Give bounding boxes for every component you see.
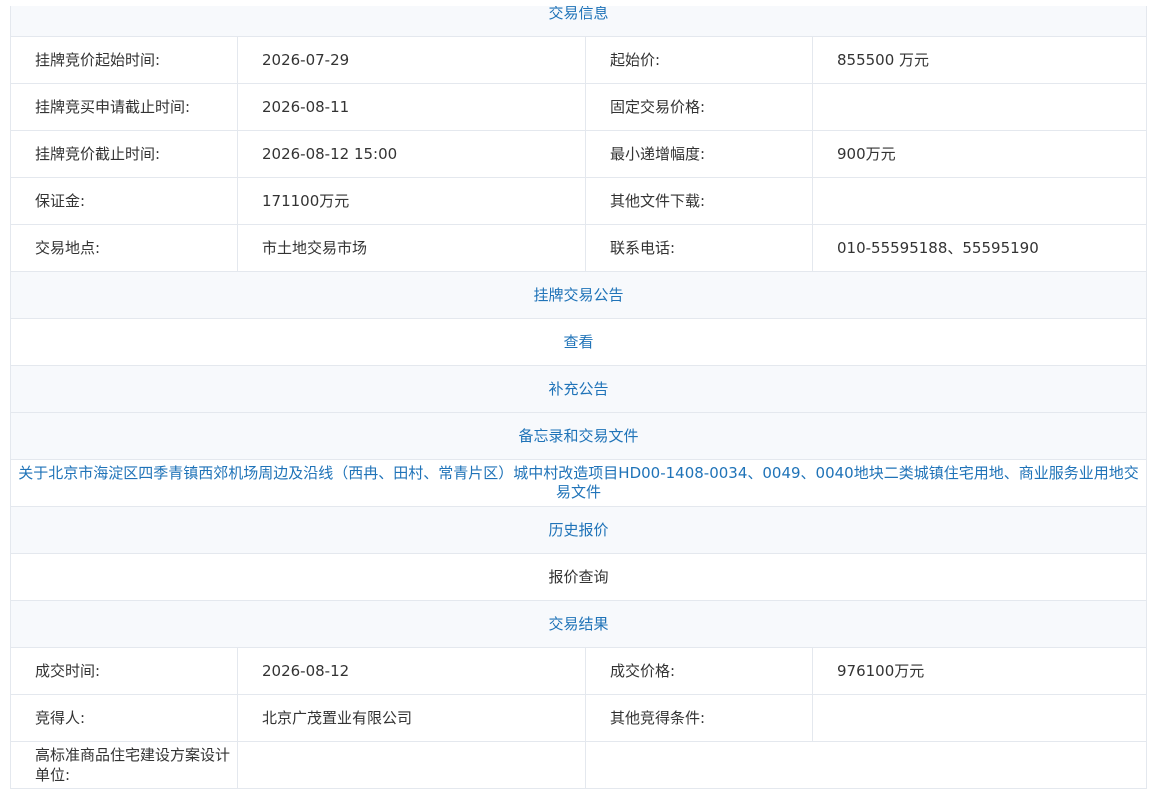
empty-cell (584, 741, 1148, 789)
section-listing-announcement: 挂牌交易公告 (9, 271, 1148, 319)
label-deposit: 保证金: (10, 177, 238, 225)
value-other-conditions (811, 694, 1148, 742)
section-memo-docs: 备忘录和交易文件 (9, 412, 1148, 460)
table-row: 保证金: 171100万元 其他文件下载: (10, 177, 1148, 225)
table-row: 关于北京市海淀区四季青镇西郊机场周边及沿线（西冉、田村、常青片区）城中村改造项目… (9, 459, 1148, 507)
value-bid-deadline: 2026-08-12 15:00 (237, 130, 586, 178)
label-bid-deadline: 挂牌竞价截止时间: (10, 130, 238, 178)
section-title-trade-result: 交易结果 (9, 600, 1148, 648)
value-min-increment: 900万元 (811, 130, 1148, 178)
label-other-conditions: 其他竞得条件: (585, 694, 813, 742)
section-title-supplementary-announcement: 补充公告 (9, 365, 1148, 413)
memo-doc-cell: 关于北京市海淀区四季青镇西郊机场周边及沿线（西冉、田村、常青片区）城中村改造项目… (9, 459, 1148, 507)
table-row: 竞得人: 北京广茂置业有限公司 其他竞得条件: (10, 694, 1148, 742)
value-deal-price: 976100万元 (811, 647, 1148, 695)
value-deal-time: 2026-08-12 (237, 647, 586, 695)
label-start-price: 起始价: (585, 36, 813, 84)
table-row: 成交时间: 2026-08-12 成交价格: 976100万元 (10, 647, 1148, 695)
value-start-price: 855500 万元 (811, 36, 1148, 84)
label-min-increment: 最小递增幅度: (585, 130, 813, 178)
price-query-cell: 报价查询 (9, 553, 1148, 601)
value-winner: 北京广茂置业有限公司 (237, 694, 586, 742)
value-design-unit (237, 741, 586, 789)
label-winner: 竞得人: (10, 694, 238, 742)
label-deal-time: 成交时间: (10, 647, 238, 695)
label-apply-deadline: 挂牌竞买申请截止时间: (10, 83, 238, 131)
value-other-downloads[interactable] (811, 177, 1148, 225)
trade-detail-table: 交易信息 挂牌竞价起始时间: 2026-07-29 起始价: 855500 万元… (9, 6, 1148, 789)
table-row: 查看 (9, 318, 1148, 366)
memo-doc-link[interactable]: 关于北京市海淀区四季青镇西郊机场周边及沿线（西冉、田村、常青片区）城中村改造项目… (18, 464, 1138, 501)
section-title-trade-info: 交易信息 (9, 6, 1148, 37)
section-price-history: 历史报价 (9, 506, 1148, 554)
label-fixed-price: 固定交易价格: (585, 83, 813, 131)
view-announcement-link[interactable]: 查看 (564, 333, 594, 351)
value-contact-phone: 010-55595188、55595190 (811, 224, 1148, 272)
table-row: 报价查询 (9, 553, 1148, 601)
trade-detail-panel: 交易信息 挂牌竞价起始时间: 2026-07-29 起始价: 855500 万元… (9, 6, 1148, 789)
value-apply-deadline: 2026-08-11 (237, 83, 586, 131)
section-trade-info: 交易信息 (9, 6, 1148, 37)
value-fixed-price (811, 83, 1148, 131)
value-bid-start-time: 2026-07-29 (237, 36, 586, 84)
label-trade-location: 交易地点: (10, 224, 238, 272)
price-query-link[interactable]: 报价查询 (549, 568, 609, 586)
label-other-downloads: 其他文件下载: (585, 177, 813, 225)
label-deal-price: 成交价格: (585, 647, 813, 695)
table-row: 高标准商品住宅建设方案设计单位: (10, 741, 1148, 789)
label-bid-start-time: 挂牌竞价起始时间: (10, 36, 238, 84)
table-row: 挂牌竞买申请截止时间: 2026-08-11 固定交易价格: (10, 83, 1148, 131)
section-trade-result: 交易结果 (9, 600, 1148, 648)
label-design-unit: 高标准商品住宅建设方案设计单位: (10, 741, 238, 789)
view-announcement-cell: 查看 (9, 318, 1148, 366)
section-supplementary-announcement: 补充公告 (9, 365, 1148, 413)
label-contact-phone: 联系电话: (585, 224, 813, 272)
section-title-price-history: 历史报价 (9, 506, 1148, 554)
table-row: 挂牌竞价起始时间: 2026-07-29 起始价: 855500 万元 (10, 36, 1148, 84)
value-deposit: 171100万元 (237, 177, 586, 225)
section-title-listing-announcement: 挂牌交易公告 (9, 271, 1148, 319)
value-trade-location: 市土地交易市场 (237, 224, 586, 272)
table-row: 交易地点: 市土地交易市场 联系电话: 010-55595188、5559519… (10, 224, 1148, 272)
section-title-memo-docs: 备忘录和交易文件 (9, 412, 1148, 460)
table-row: 挂牌竞价截止时间: 2026-08-12 15:00 最小递增幅度: 900万元 (10, 130, 1148, 178)
